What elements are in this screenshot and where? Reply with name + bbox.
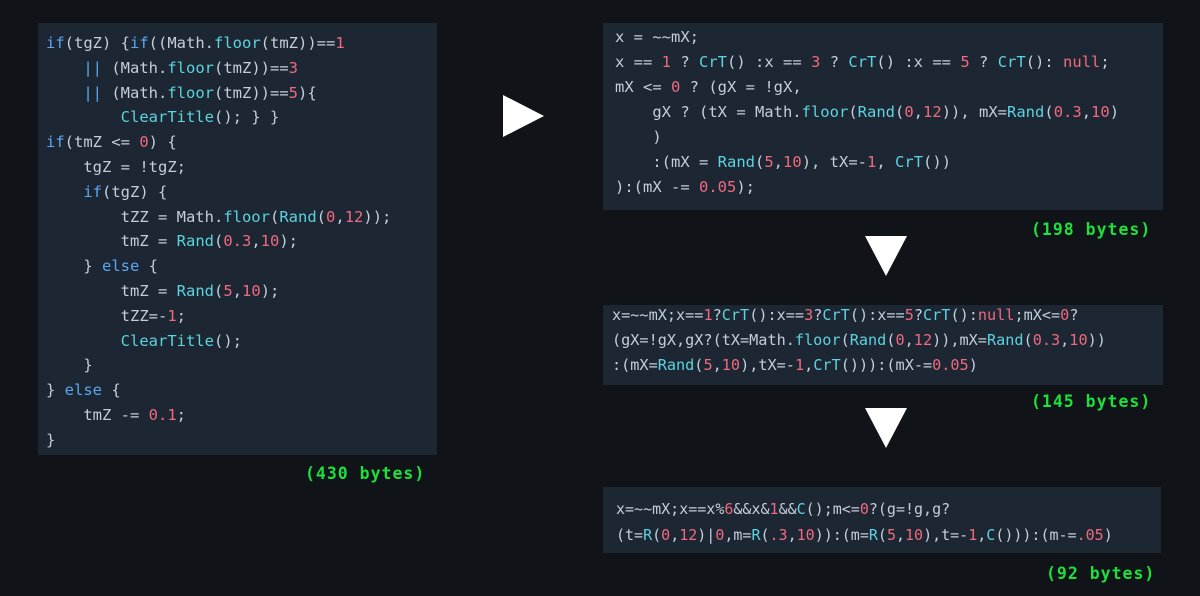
code-panel-stage-2: x=~~mX;x==1?CrT():x==3?CrT():x==5?CrT():… xyxy=(603,305,1163,385)
code-line: x=~~mX;x==1?CrT():x==3?CrT():x==5?CrT():… xyxy=(612,306,1079,324)
arrow-down-icon xyxy=(865,236,907,276)
code-line: (t=R(0,12)|0,m=R(.3,10)):(m=R(5,10),t=-1… xyxy=(616,526,1113,544)
arrow-down-icon xyxy=(865,408,907,448)
code-panel-stage-1: x = ~~mX; x == 1 ? CrT() :x == 3 ? CrT() … xyxy=(603,23,1163,210)
code-line: :(mX = Rand(5,10), tX=-1, CrT()) xyxy=(615,153,952,171)
code-block-stage-3: x=~~mX;x==x%6&&x&1&&C();m<=0?(g=!g,g? (t=… xyxy=(616,496,1113,548)
arrow-right-icon xyxy=(503,95,544,137)
code-line: tmZ -= 0.1; xyxy=(46,405,186,424)
code-line: || (Math.floor(tmZ))==5){ xyxy=(83,83,317,102)
byte-count-stage-1: (198 bytes) xyxy=(1031,220,1152,239)
code-line: x=~~mX;x==x%6&&x&1&&C();m<=0?(g=!g,g? xyxy=(616,500,951,518)
code-panel-stage-3: x=~~mX;x==x%6&&x&1&&C();m<=0?(g=!g,g? (t=… xyxy=(603,487,1161,553)
code-line: tgZ = !tgZ; xyxy=(46,157,186,176)
code-block-stage-2: x=~~mX;x==1?CrT():x==3?CrT():x==5?CrT():… xyxy=(612,303,1106,378)
code-line: tZZ=-1; xyxy=(46,306,187,325)
code-line: (gX=!gX,gX?(tX=Math.floor(Rand(0,12)),mX… xyxy=(612,331,1106,349)
code-block-original: if(tgZ) {if((Math.floor(tmZ))==1 || (Mat… xyxy=(46,31,391,453)
code-line: } xyxy=(46,356,93,375)
code-line: } else { xyxy=(46,381,121,400)
code-line: x == 1 ? CrT() :x == 3 ? CrT() :x == 5 ?… xyxy=(615,53,1110,71)
code-line: tZZ = Math.floor(Rand(0,12)); xyxy=(46,207,392,226)
code-block-stage-1: x = ~~mX; x == 1 ? CrT() :x == 3 ? CrT() … xyxy=(615,25,1119,200)
code-line: ClearTitle(); xyxy=(120,331,242,350)
code-line: x = ~~mX; xyxy=(615,28,699,46)
code-line: if(tgZ) { xyxy=(83,182,168,201)
byte-count-original: (430 bytes) xyxy=(305,464,426,483)
code-line: } else { xyxy=(46,257,158,276)
code-line: ) xyxy=(615,128,662,146)
code-line: tmZ = Rand(5,10); xyxy=(46,281,280,300)
code-line: if(tgZ) {if((Math.floor(tmZ))==1 xyxy=(46,34,345,52)
code-line: } xyxy=(46,430,56,449)
code-line: ):(mX -= 0.05); xyxy=(615,178,755,196)
code-line: tmZ = Rand(0.3,10); xyxy=(46,232,299,251)
code-line: gX ? (tX = Math.floor(Rand(0,12)), mX=Ra… xyxy=(615,103,1120,121)
byte-count-stage-3: (92 bytes) xyxy=(1046,564,1156,583)
code-line: :(mX=Rand(5,10),tX=-1,CrT())):(mX-=0.05) xyxy=(612,356,978,374)
byte-count-stage-2: (145 bytes) xyxy=(1031,392,1152,411)
code-line: if(tmZ <= 0) { xyxy=(46,133,177,152)
code-panel-original: if(tgZ) {if((Math.floor(tmZ))==1 || (Mat… xyxy=(38,23,437,455)
code-line: mX <= 0 ? (gX = !gX, xyxy=(615,78,802,96)
code-line: || (Math.floor(tmZ))==3 xyxy=(83,58,298,77)
code-line: ClearTitle(); } } xyxy=(120,108,280,127)
